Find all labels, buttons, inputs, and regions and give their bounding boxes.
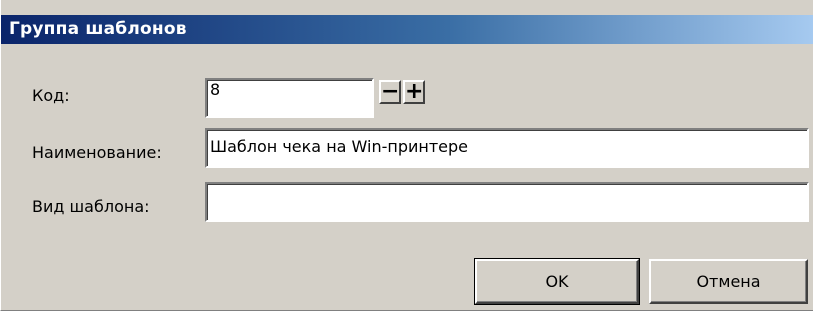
name-input[interactable]: Шаблон чека на Win-принтере (205, 128, 809, 168)
code-value: 8 (210, 80, 221, 99)
template-type-input[interactable] (205, 182, 809, 222)
increment-button[interactable]: + (403, 80, 425, 104)
dialog-window: Группа шаблонов Код: 8 − + Наименование:… (0, 0, 813, 311)
code-label: Код: (32, 86, 70, 105)
name-label: Наименование: (32, 143, 162, 162)
cancel-button[interactable]: Отмена (649, 259, 808, 304)
decrement-button[interactable]: − (379, 80, 401, 104)
title-bar[interactable]: Группа шаблонов (1, 15, 813, 44)
template-type-label: Вид шаблона: (32, 197, 150, 216)
name-value: Шаблон чека на Win-принтере (210, 137, 469, 156)
code-input[interactable]: 8 (205, 78, 374, 118)
dialog-title: Группа шаблонов (9, 19, 187, 39)
ok-button[interactable]: OK (474, 258, 640, 305)
window-top-edge (1, 0, 813, 15)
